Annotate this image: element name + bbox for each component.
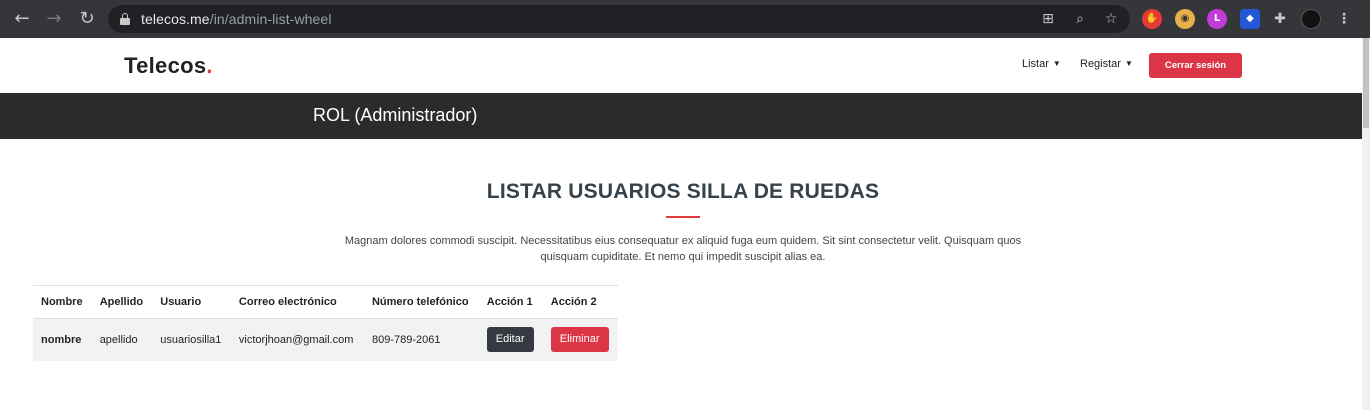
menu-listar-label: Listar [1022,58,1049,70]
address-bar[interactable]: telecos.me/in/admin-list-wheel ⊞ ⌕ ☆ [108,5,1130,33]
role-banner: ROL (Administrador) [0,93,1362,139]
extensions-puzzle-icon[interactable]: ✚ [1270,9,1290,29]
logo-dot: . [206,53,213,78]
logo-text: Telecos [124,53,207,78]
translate-icon[interactable]: ⊞ [1038,9,1058,29]
edit-button[interactable]: Editar [486,327,534,353]
scrollbar-thumb[interactable] [1363,38,1369,128]
cell-apellido: apellido [91,318,153,361]
url-text[interactable]: telecos.me/in/admin-list-wheel [141,11,332,27]
cell-accion-2: Eliminar [542,318,618,361]
menu-registar-label: Registar [1080,58,1121,70]
header-accion-2: Acción 2 [542,285,618,319]
table-header-row: Nombre Apellido Usuario Correo electróni… [33,285,618,319]
extension-face-icon[interactable]: ◉ [1175,9,1195,29]
cell-nombre: nombre [33,318,92,361]
users-table: Nombre Apellido Usuario Correo electróni… [33,285,618,361]
cell-correo: victorjhoan@gmail.com [230,318,364,361]
cell-telefono: 809-789-2061 [363,318,479,361]
profile-avatar-icon[interactable] [1301,9,1321,29]
cell-usuario: usuariosilla1 [152,318,231,361]
browser-menu-icon[interactable]: ⋮ [1334,9,1354,29]
logout-button[interactable]: Cerrar sesión [1149,53,1242,78]
back-icon[interactable]: ← [10,8,34,30]
reload-icon[interactable]: ↻ [75,8,99,30]
site-logo[interactable]: Telecos. [124,53,213,79]
page-scrollbar[interactable] [1362,38,1370,410]
header-nombre: Nombre [33,285,92,319]
forward-icon[interactable]: → [42,8,66,30]
header-apellido: Apellido [91,285,153,319]
header-telefono: Número telefónico [363,285,479,319]
header-accion-1: Acción 1 [478,285,543,319]
menu-registar[interactable]: Registar ▼ [1080,58,1133,70]
table-row: nombre apellido usuariosilla1 victorjhoa… [33,318,618,361]
page-title: LISTAR USUARIOS SILLA DE RUEDAS [486,180,880,203]
extension-hand-icon[interactable]: ✋ [1142,9,1162,29]
browser-toolbar: ← → ↻ telecos.me/in/admin-list-wheel ⊞ ⌕… [0,0,1370,38]
page-content: Telecos. Listar ▼ Registar ▼ Cerrar sesión… [0,38,1362,410]
header-usuario: Usuario [152,285,231,319]
menu-listar[interactable]: Listar ▼ [1022,58,1061,70]
lock-icon [120,13,130,25]
title-underline [666,216,700,218]
delete-button[interactable]: Eliminar [550,327,609,353]
url-path: /in/admin-list-wheel [209,11,332,27]
extension-lr-icon[interactable]: L [1207,9,1227,29]
chevron-down-icon: ▼ [1052,59,1061,68]
zoom-icon[interactable]: ⌕ [1070,9,1090,29]
site-header: Telecos. Listar ▼ Registar ▼ Cerrar sesión [0,38,1362,93]
header-correo: Correo electrónico [230,285,364,319]
role-text: ROL (Administrador) [313,105,478,125]
extension-shield-icon[interactable]: ◆ [1240,9,1260,29]
bookmark-star-icon[interactable]: ☆ [1101,9,1121,29]
chevron-down-icon: ▼ [1124,59,1133,68]
cell-accion-1: Editar [478,318,543,361]
url-host: telecos.me [141,11,210,27]
section-description: Magnam dolores commodi suscipit. Necessi… [344,235,1022,263]
